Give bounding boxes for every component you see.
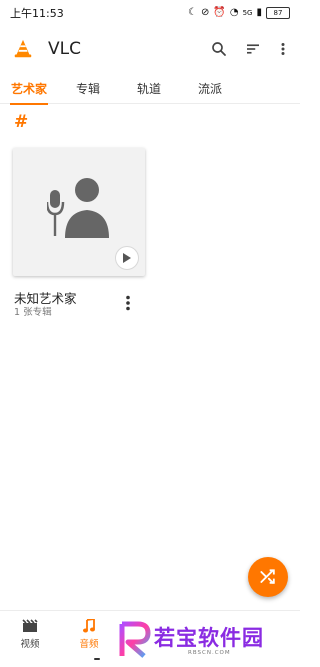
- wifi-icon: ◔: [229, 7, 239, 18]
- tab-tracks[interactable]: 轨道: [134, 72, 164, 104]
- section-header: #: [14, 112, 29, 132]
- music-note-icon: [83, 619, 95, 633]
- battery-level: 87: [273, 9, 283, 17]
- app-bar: VLC: [0, 26, 300, 72]
- status-icons: ☾ ⊘ ⏰ ◔ 5G ▮ 87: [188, 7, 290, 19]
- battery-icon: 87: [266, 7, 290, 19]
- shuffle-button[interactable]: [248, 557, 288, 597]
- status-bar: 上午11:53 ☾ ⊘ ⏰ ◔ 5G ▮ 87: [0, 0, 300, 26]
- shuffle-icon: [260, 569, 275, 584]
- watermark-logo: 若宝软件园 RBSCN.COM: [118, 620, 298, 664]
- tab-albums[interactable]: 专辑: [73, 72, 103, 104]
- play-icon: [123, 253, 131, 263]
- watermark-r-icon: [119, 621, 151, 658]
- search-icon[interactable]: [210, 40, 228, 58]
- artist-more-icon[interactable]: [122, 294, 134, 312]
- tab-bar: 艺术家 专辑 轨道 流派: [0, 72, 300, 105]
- gesture-indicator: [94, 658, 100, 660]
- alarm-icon: ⏰: [213, 7, 226, 18]
- tab-genres[interactable]: 流派: [195, 72, 225, 104]
- more-vert-icon[interactable]: [278, 40, 288, 58]
- artist-icon: [47, 178, 109, 238]
- nav-audio[interactable]: 音频: [67, 619, 111, 650]
- app-title: VLC: [48, 39, 81, 59]
- nav-audio-label: 音频: [79, 639, 99, 650]
- network-label: 5G: [242, 8, 253, 17]
- tab-artists[interactable]: 艺术家: [10, 72, 48, 105]
- nav-video-label: 视频: [20, 639, 40, 650]
- app-actions: [210, 40, 288, 58]
- signal-icon: ▮: [256, 7, 262, 18]
- status-time: 上午11:53: [10, 7, 64, 20]
- video-icon: [22, 619, 38, 632]
- artist-card[interactable]: [13, 148, 145, 276]
- mute-icon: ⊘: [201, 7, 210, 18]
- artist-album-count: 1 张专辑: [14, 307, 52, 318]
- play-button[interactable]: [115, 246, 139, 270]
- sort-icon[interactable]: [244, 40, 262, 58]
- nav-video[interactable]: 视频: [8, 619, 52, 650]
- watermark-text: 若宝软件园: [154, 626, 264, 650]
- moon-icon: ☾: [188, 7, 198, 18]
- vlc-logo-icon: [14, 39, 32, 58]
- watermark-sub: RBSCN.COM: [188, 650, 231, 656]
